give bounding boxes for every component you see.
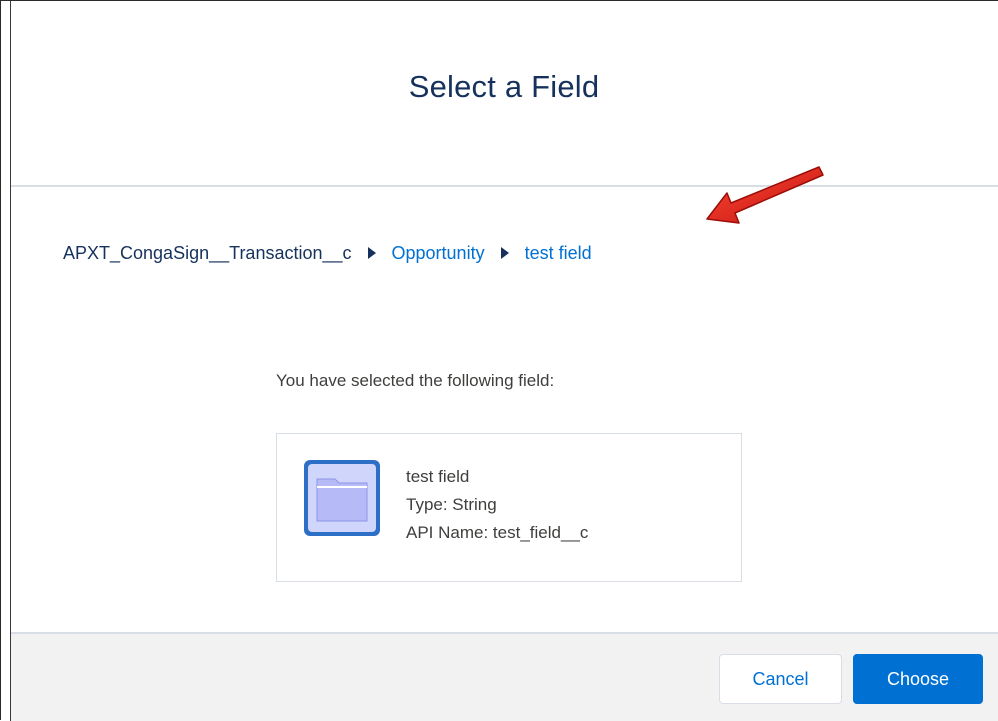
field-type: Type: String <box>406 495 497 514</box>
selection-label: You have selected the following field: <box>276 371 555 390</box>
breadcrumb: APXT_CongaSign__Transaction__c Opportuni… <box>63 241 592 265</box>
chevron-right-icon <box>367 247 376 259</box>
header-divider <box>11 185 998 187</box>
modal-window: Select a Field APXT_CongaSign__Transacti… <box>0 0 998 721</box>
field-api-name: API Name: test_field__c <box>406 523 589 542</box>
annotation-arrow-icon <box>706 166 824 224</box>
field-details: test field Type: String API Name: test_f… <box>406 463 588 547</box>
breadcrumb-root: APXT_CongaSign__Transaction__c <box>63 242 352 263</box>
field-name: test field <box>406 467 470 486</box>
chevron-right-icon <box>500 247 509 259</box>
choose-button[interactable]: Choose <box>853 654 983 704</box>
breadcrumb-item-test-field[interactable]: test field <box>525 243 592 264</box>
breadcrumb-item-opportunity[interactable]: Opportunity <box>392 243 485 264</box>
cancel-button[interactable]: Cancel <box>719 654 842 704</box>
selected-field-card: test field Type: String API Name: test_f… <box>276 433 742 582</box>
modal-header: Select a Field <box>11 1 997 185</box>
folder-icon <box>304 460 380 536</box>
modal-footer: Cancel Choose <box>11 634 998 721</box>
modal-title: Select a Field <box>408 69 600 104</box>
